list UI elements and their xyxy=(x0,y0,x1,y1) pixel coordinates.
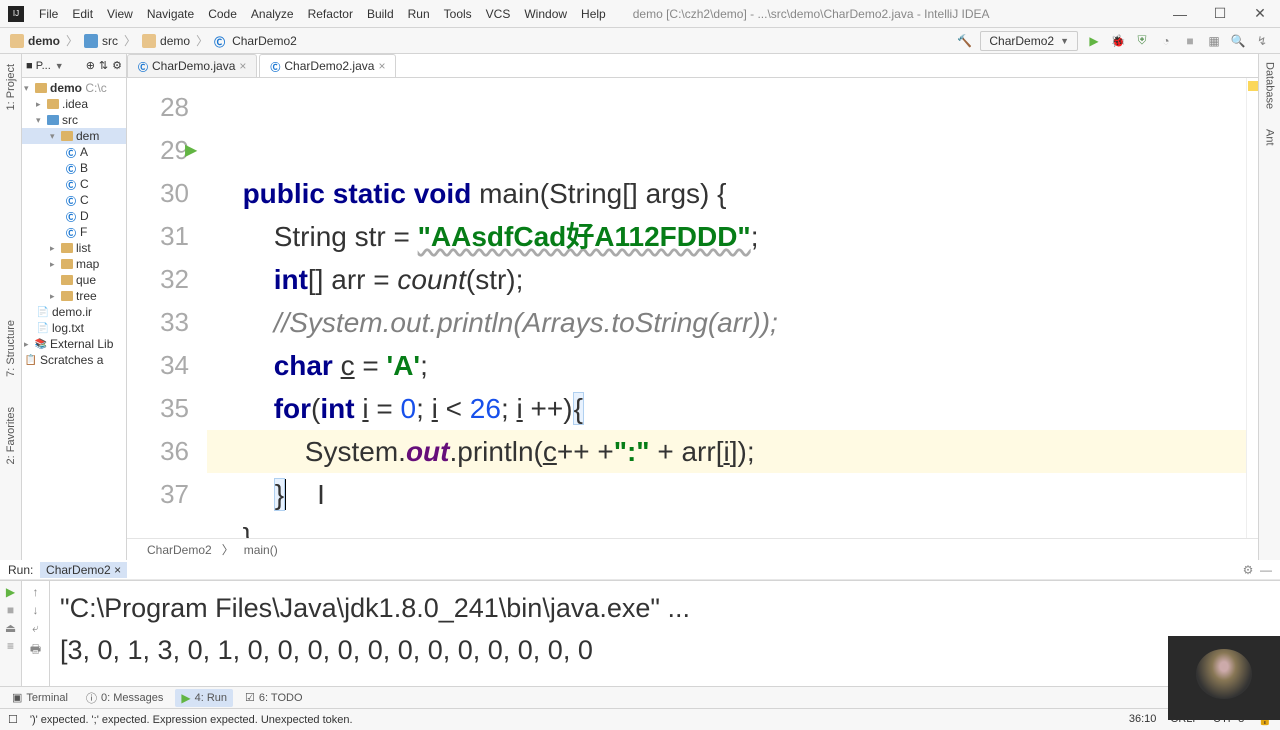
bottom-tool-tabs: ▣ Terminal ⓘ 0: Messages ▶ 4: Run ☑ 6: T… xyxy=(0,686,1280,708)
line-gutter[interactable]: 28 29▶ 30 31 32 33 34 35 36 37 xyxy=(127,78,207,538)
menu-file[interactable]: File xyxy=(32,7,65,21)
gutter-run-icon[interactable]: ▶ xyxy=(185,129,197,172)
run-panel-hide-icon[interactable]: — xyxy=(1260,563,1272,577)
project-pane: ■ P...▼ ⊕⇅⚙ ▾demo C:\c ▸.idea ▾src ▾dem … xyxy=(22,54,127,560)
tool-structure[interactable]: 7: Structure xyxy=(5,320,17,377)
down-button[interactable]: ↓ xyxy=(33,603,39,617)
menu-run[interactable]: Run xyxy=(401,7,437,21)
wrap-button[interactable]: ⤶ xyxy=(32,621,39,636)
crumb-demo-pkg[interactable]: demo xyxy=(138,34,194,48)
menu-analyze[interactable]: Analyze xyxy=(244,7,301,21)
debug-button[interactable]: 🐞 xyxy=(1110,33,1126,49)
warning-marker[interactable] xyxy=(1248,81,1258,91)
crumb-demo[interactable]: demo xyxy=(6,34,64,48)
menu-tools[interactable]: Tools xyxy=(437,7,479,21)
webcam-overlay xyxy=(1168,636,1280,720)
exit-button[interactable]: ⏏ xyxy=(5,621,16,635)
run-panel-settings-icon[interactable]: ⚙ xyxy=(1243,563,1254,577)
run-panel-controls: ▶ ■ ⏏ ≡ xyxy=(0,581,22,686)
menu-build[interactable]: Build xyxy=(360,7,401,21)
run-output[interactable]: "C:\Program Files\Java\jdk1.8.0_241\bin\… xyxy=(50,581,1280,686)
tool-ant[interactable]: Ant xyxy=(1264,129,1276,146)
tool-database[interactable]: Database xyxy=(1264,62,1276,109)
run-panel-config[interactable]: CharDemo2 × xyxy=(40,562,127,578)
menu-code[interactable]: Code xyxy=(201,7,244,21)
marker-stripe[interactable] xyxy=(1246,78,1258,538)
crumb-src[interactable]: src xyxy=(80,34,122,48)
coverage-button[interactable]: ⛨ xyxy=(1134,33,1150,49)
run-panel-header: Run: CharDemo2 × ⚙ — xyxy=(0,560,1280,580)
menu-view[interactable]: View xyxy=(100,7,140,21)
crumb-class[interactable]: ⒸCharDemo2 xyxy=(210,34,301,48)
run-button[interactable]: ▶ xyxy=(1086,33,1102,49)
window-controls: — ☐ ✕ xyxy=(1160,0,1280,28)
run-panel: ▶ ■ ⏏ ≡ ↑ ↓ ⤶ 🖶 "C:\Program Files\Java\j… xyxy=(0,580,1280,686)
editor-area: ⒸCharDemo.java× ⒸCharDemo2.java× 28 29▶ … xyxy=(127,54,1258,560)
title-bar: File Edit View Navigate Code Analyze Ref… xyxy=(0,0,1280,28)
code-editor[interactable]: 28 29▶ 30 31 32 33 34 35 36 37 public st… xyxy=(127,78,1258,538)
stop-run-button[interactable]: ■ xyxy=(7,603,14,617)
left-tool-stripe: 1: Project 7: Structure 2: Favorites xyxy=(0,54,22,560)
settings-button[interactable]: ↯ xyxy=(1254,33,1270,49)
close-icon[interactable]: × xyxy=(378,59,385,73)
stop-button[interactable]: ■ xyxy=(1182,33,1198,49)
app-logo xyxy=(8,6,24,22)
close-icon[interactable]: × xyxy=(114,563,121,577)
profile-button[interactable]: ◔ xyxy=(1158,33,1174,49)
layout-button[interactable]: ▦ xyxy=(1206,33,1222,49)
right-tool-stripe: Database Ant xyxy=(1258,54,1280,560)
menu-edit[interactable]: Edit xyxy=(65,7,100,21)
editor-breadcrumbs[interactable]: CharDemo2〉main() xyxy=(127,538,1258,560)
menu-refactor[interactable]: Refactor xyxy=(301,7,360,21)
code-body[interactable]: public static void main(String[] args) {… xyxy=(207,78,1246,538)
navigation-bar: demo 〉 src 〉 demo 〉 ⒸCharDemo2 🔨 CharDem… xyxy=(0,28,1280,54)
search-everywhere-button[interactable]: 🔍 xyxy=(1230,33,1246,49)
menu-vcs[interactable]: VCS xyxy=(479,7,518,21)
close-button[interactable]: ✕ xyxy=(1240,0,1280,28)
tab-todo[interactable]: ☑ 6: TODO xyxy=(239,689,308,706)
menu-window[interactable]: Window xyxy=(517,7,574,21)
project-tree[interactable]: ▾demo C:\c ▸.idea ▾src ▾dem ⒸA ⒸB ⒸC ⒸC … xyxy=(22,78,126,370)
tab-chardemo2[interactable]: ⒸCharDemo2.java× xyxy=(259,54,396,77)
main-menu: File Edit View Navigate Code Analyze Ref… xyxy=(32,7,613,21)
tab-messages[interactable]: ⓘ 0: Messages xyxy=(80,688,169,708)
build-icon[interactable]: 🔨 xyxy=(957,34,972,48)
tab-chardemo[interactable]: ⒸCharDemo.java× xyxy=(127,54,257,77)
up-button[interactable]: ↑ xyxy=(33,585,39,599)
maximize-button[interactable]: ☐ xyxy=(1200,0,1240,28)
dump-button[interactable]: ≡ xyxy=(7,639,14,653)
menu-help[interactable]: Help xyxy=(574,7,613,21)
rerun-button[interactable]: ▶ xyxy=(6,585,15,599)
project-pane-header[interactable]: ■ P...▼ ⊕⇅⚙ xyxy=(22,54,126,78)
status-bar: ☐ ')' expected. ';' expected. Expression… xyxy=(0,708,1280,730)
minimize-button[interactable]: — xyxy=(1160,0,1200,28)
tab-run[interactable]: ▶ 4: Run xyxy=(175,689,233,707)
run-configuration-selector[interactable]: CharDemo2▼ xyxy=(980,31,1078,51)
tab-terminal[interactable]: ▣ Terminal xyxy=(6,689,74,706)
editor-tabs: ⒸCharDemo.java× ⒸCharDemo2.java× xyxy=(127,54,1258,78)
tool-project[interactable]: 1: Project xyxy=(5,64,17,110)
print-button[interactable]: 🖶 xyxy=(30,640,41,661)
menu-navigate[interactable]: Navigate xyxy=(140,7,201,21)
close-icon[interactable]: × xyxy=(239,59,246,73)
window-title-path: demo [C:\czh2\demo] - ...\src\demo\CharD… xyxy=(633,7,990,21)
run-panel-title: Run: xyxy=(8,563,33,577)
run-panel-controls-2: ↑ ↓ ⤶ 🖶 xyxy=(22,581,50,686)
tool-favorites[interactable]: 2: Favorites xyxy=(5,407,17,464)
main-area: 1: Project 7: Structure 2: Favorites ■ P… xyxy=(0,54,1280,560)
